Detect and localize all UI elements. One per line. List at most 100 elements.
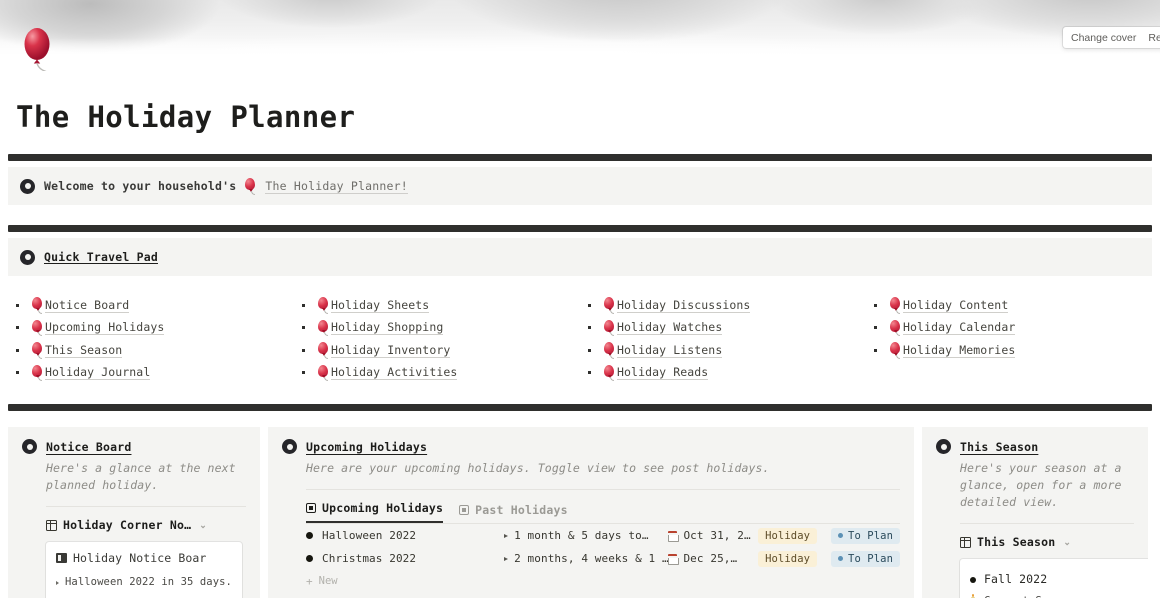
quick-links-columns: Notice Board Upcoming Holidays This Seas… [8,294,1152,384]
calendar-icon [668,554,680,565]
change-cover-button[interactable]: Change cover [1065,28,1142,48]
bullet-icon [8,348,22,352]
list-item[interactable]: Upcoming Holidays [8,317,284,340]
balloon-icon [604,342,615,359]
page-link-label[interactable]: Holiday Memories [903,343,1016,358]
quick-links-column-1: Notice Board Upcoming Holidays This Seas… [8,294,294,384]
page-link-label[interactable]: Holiday Watches [617,320,723,336]
bullet-icon [294,371,308,375]
list-item[interactable]: Holiday Journal [8,362,284,385]
list-item[interactable]: Holiday Inventory [294,339,570,362]
card-divider [960,523,1134,524]
season-name: Fall 2022 [984,572,1048,586]
balloon-icon [32,297,43,314]
gallery-card-title: Holiday Notice Boar [56,551,232,565]
balloon-icon [890,319,901,337]
status-dot-icon [838,533,844,538]
reposition-button[interactable]: Repos [1142,28,1160,48]
status-badge: To Plan [831,550,900,567]
balloon-icon [318,342,329,359]
balloon-icon [245,178,256,195]
card-description: Here's your season at a glance, open for… [960,461,1122,509]
card-divider [306,489,900,490]
page-link-label[interactable]: Holiday Reads [617,365,709,381]
balloon-icon [604,364,615,382]
divider-top [8,154,1152,161]
circle-dot-icon [282,439,297,454]
cell-date: Dec 25,… [668,552,758,565]
gallery-view-icon [459,505,470,515]
bullet-icon [580,326,594,330]
list-item[interactable]: Holiday Calendar [866,317,1142,340]
welcome-page-link[interactable]: The Holiday Planner! [265,179,408,194]
list-item[interactable]: Holiday Listens [580,339,856,362]
row-bullet-icon [306,555,313,562]
page-link-label[interactable]: Upcoming Holidays [45,320,165,336]
list-item[interactable]: This Season [8,339,284,362]
tab-past-holidays[interactable]: Past Holidays [459,503,568,523]
card-notice-board: Notice Board Here's a glance at the next… [8,427,260,598]
list-item[interactable]: Holiday Activities [294,362,570,385]
welcome-callout[interactable]: Welcome to your household's The Holiday … [8,167,1152,205]
page-link-label[interactable]: Notice Board [45,298,130,313]
new-row-button[interactable]: + New [306,570,900,592]
card-title[interactable]: Upcoming Holidays [306,440,427,454]
list-item[interactable]: Holiday Watches [580,317,856,340]
card-title[interactable]: This Season [960,440,1038,454]
table-row[interactable]: Halloween 2022 1 month & 5 days to… Oct … [306,524,900,547]
bullet-icon [8,303,22,307]
page-link-label[interactable]: Holiday Listens [617,343,723,358]
quick-travel-pad-callout[interactable]: Quick Travel Pad [8,238,1152,276]
balloon-icon [604,297,615,314]
welcome-callout-link-wrap[interactable]: The Holiday Planner! [265,179,408,194]
page-link-label[interactable]: Holiday Sheets [331,298,430,313]
list-item[interactable]: Notice Board [8,294,284,317]
page-link-label[interactable]: Holiday Discussions [617,298,751,313]
card-header: This Season [936,439,1134,454]
list-item[interactable]: Holiday Reads [580,362,856,385]
chevron-down-icon[interactable]: ⌄ [199,520,207,531]
chevron-down-icon[interactable]: ⌄ [1063,537,1071,548]
page-link-label[interactable]: Holiday Inventory [331,343,451,358]
balloon-icon [32,364,43,382]
cell-holiday-name: Christmas 2022 [322,552,417,565]
cover-action-toolbar[interactable]: Change cover Repos [1063,27,1160,48]
divider-middle [8,225,1152,232]
page-title[interactable]: The Holiday Planner [16,100,1160,134]
list-item[interactable]: Holiday Discussions [580,294,856,317]
gallery-card-this-season[interactable]: Fall 2022 Current Season 86 days left in… [960,559,1148,598]
database-title-holiday-corner[interactable]: Holiday Corner No… ⌄ [46,518,246,532]
list-item[interactable]: Holiday Sheets [294,294,570,317]
page-icon-balloon-icon[interactable] [16,17,70,73]
page-link-label[interactable]: Holiday Activities [331,365,458,381]
page-link-label[interactable]: Holiday Shopping [331,320,444,336]
table-row[interactable]: Christmas 2022 2 months, 4 weeks & 1 … D… [306,547,900,570]
list-item[interactable]: Holiday Memories [866,339,1142,362]
countdown-text: 1 month & 5 days to… [514,529,649,542]
status-label: To Plan [848,529,893,542]
list-item[interactable]: Holiday Content [866,294,1142,317]
page-link-label[interactable]: This Season [45,343,123,358]
card-title[interactable]: Notice Board [46,440,131,454]
row-bullet-icon [970,576,976,583]
list-item: Current Season [970,591,1146,598]
quick-travel-pad-link[interactable]: Quick Travel Pad [44,250,158,264]
triangle-right-icon [504,533,509,538]
page-cover-image[interactable] [0,0,1160,60]
database-title-this-season[interactable]: This Season ⌄ [960,535,1134,549]
welcome-callout-text: Welcome to your household's [44,179,236,193]
bullet-icon [580,371,594,375]
page-link-label[interactable]: Holiday Journal [45,365,151,381]
page-link-label[interactable]: Holiday Calendar [903,320,1016,336]
balloon-icon [890,342,901,359]
gallery-view-icon [306,503,316,513]
list-item[interactable]: Holiday Shopping [294,317,570,340]
table-icon [960,536,971,548]
cell-date: Oct 31, 2… [668,529,758,542]
date-text: Dec 25,… [683,552,738,565]
tab-upcoming-holidays[interactable]: Upcoming Holidays [306,501,444,523]
page-link-label[interactable]: Holiday Content [903,298,1009,313]
gallery-card-holiday-notice-board[interactable]: Holiday Notice Boar Halloween 2022 in 35… [46,542,242,598]
plus-icon: + [306,574,313,588]
tab-label: Upcoming Holidays [322,501,444,515]
